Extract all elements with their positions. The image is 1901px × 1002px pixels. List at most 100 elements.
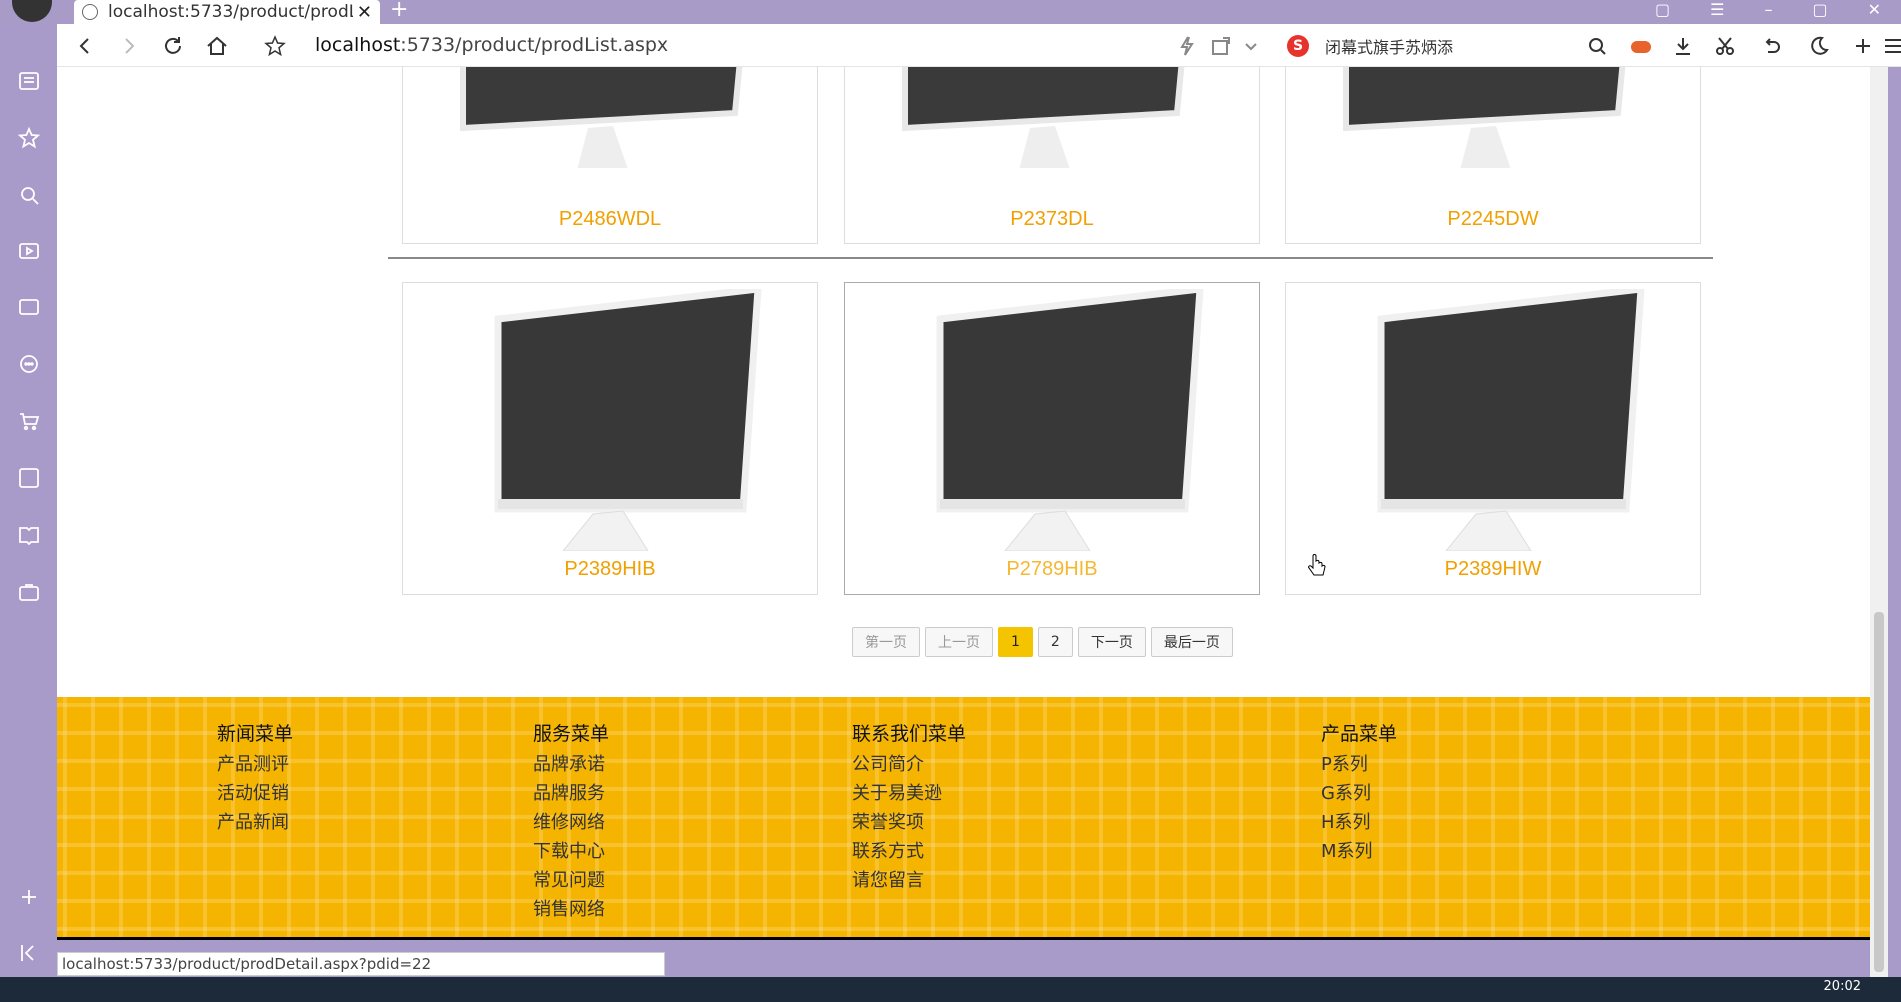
page-1-button[interactable]: 1 [998,627,1033,657]
translate-icon[interactable] [16,465,42,491]
bookmark-star-icon[interactable] [261,32,289,60]
product-card[interactable]: P2389HIB [402,282,818,595]
footer-bottom-bar [57,937,1870,940]
address-bar[interactable]: localhost:5733/product/prodList.aspx [315,34,668,56]
globe-icon [82,4,98,20]
product-card[interactable]: P2373DL [844,67,1260,244]
footer-link[interactable]: 关于易美逊 [852,779,966,808]
browser-toolbar: localhost:5733/product/prodList.aspx S 闭… [57,24,1901,67]
footer-link[interactable]: 公司简介 [852,750,966,779]
undo-icon[interactable] [1757,32,1785,60]
forward-icon[interactable] [115,32,143,60]
footer-link[interactable]: 荣誉奖项 [852,808,966,837]
scissors-icon[interactable] [1711,32,1739,60]
product-card[interactable]: P2389HIW [1285,282,1701,595]
book-icon[interactable] [16,522,42,548]
status-url: localhost:5733/product/prodDetail.aspx?p… [57,952,665,976]
browser-titlebar: localhost:5733/product/prodList.a ✕ + ▢ … [0,0,1901,24]
monitor-image [936,289,1204,551]
footer-link[interactable]: G系列 [1321,779,1397,808]
footer-link[interactable]: 品牌承诺 [533,750,609,779]
skin-icon[interactable]: ▢ [1655,0,1670,19]
chevron-down-icon[interactable] [1237,32,1265,60]
footer-link[interactable]: 常见问题 [533,866,609,895]
address-path: :5733/product/prodList.aspx [400,34,669,56]
share-icon[interactable] [1207,32,1235,60]
cart-icon[interactable] [16,408,42,434]
product-card[interactable]: P2486WDL [402,67,818,244]
first-page-button[interactable]: 第一页 [852,627,920,657]
monitor-image [902,67,1185,168]
browser-sidebar [0,24,57,977]
footer-link[interactable]: 产品新闻 [217,808,293,837]
footer-service-title: 服务菜单 [533,723,610,745]
scrollbar-thumb[interactable] [1874,612,1884,972]
prev-page-button[interactable]: 上一页 [925,627,993,657]
footer-link[interactable]: 请您留言 [852,866,966,895]
footer-link[interactable]: 活动促销 [217,779,293,808]
footer-link[interactable]: 联系方式 [852,837,966,866]
menu-icon[interactable]: ☰ [1710,0,1724,19]
hand-cursor-icon [1308,554,1326,576]
search-icon[interactable] [16,182,42,208]
briefcase-icon[interactable] [16,579,42,605]
news-icon[interactable] [16,68,42,94]
footer-link[interactable]: 品牌服务 [533,779,609,808]
close-window-icon[interactable]: ✕ [1868,0,1881,19]
product-name[interactable]: P2389HIW [1286,558,1700,581]
footer-link[interactable]: 维修网络 [533,808,609,837]
maximize-icon[interactable]: ▢ [1812,0,1827,19]
new-tab-button[interactable]: + [390,0,408,21]
product-name[interactable]: P2245DW [1286,208,1700,231]
footer-link[interactable]: M系列 [1321,837,1397,866]
live-icon[interactable] [16,294,42,320]
user-avatar[interactable] [12,0,52,22]
monitor-image [1343,67,1626,168]
search-submit-icon[interactable] [1583,32,1611,60]
sogou-logo-icon[interactable]: S [1287,35,1309,57]
add-icon[interactable] [16,884,42,910]
footer-product-title: 产品菜单 [1321,723,1398,745]
home-icon[interactable] [203,32,231,60]
chat-icon[interactable] [16,351,42,377]
last-page-button[interactable]: 最后一页 [1150,627,1233,657]
lightning-icon[interactable] [1173,32,1201,60]
download-icon[interactable] [1669,32,1697,60]
page-2-button[interactable]: 2 [1037,627,1073,657]
collapse-sidebar-icon[interactable] [16,940,42,966]
reload-icon[interactable] [159,32,187,60]
search-box[interactable]: S 闭幕式旗手苏炳添 [1287,31,1617,61]
footer-contact-title: 联系我们菜单 [852,723,967,745]
footer-link[interactable]: 销售网络 [533,895,609,924]
row-divider [388,257,1713,259]
next-page-button[interactable]: 下一页 [1077,627,1146,657]
game-icon[interactable] [1627,32,1655,60]
back-icon[interactable] [71,32,99,60]
close-tab-icon[interactable]: ✕ [357,2,372,23]
product-name[interactable]: P2373DL [845,208,1259,231]
product-name[interactable]: P2389HIB [403,558,817,581]
page-content: P2486WDL P2373DL P2245DW P2389HIB P2789H… [57,67,1870,940]
night-mode-icon[interactable] [1805,32,1833,60]
search-input[interactable]: 闭幕式旗手苏炳添 [1325,34,1453,58]
product-card[interactable]: P2245DW [1285,67,1701,244]
footer-contact-menu: 联系我们菜单 公司简介 关于易美逊 荣誉奖项 联系方式 请您留言 [852,719,966,895]
footer-link[interactable]: 下载中心 [533,837,609,866]
video-icon[interactable] [16,238,42,264]
product-name[interactable]: P2789HIB [845,558,1259,581]
plus-icon[interactable] [1849,32,1877,60]
star-icon[interactable] [16,125,42,151]
page-scrollbar[interactable] [1870,67,1888,977]
product-card[interactable]: P2789HIB [844,282,1260,595]
browser-tab[interactable]: localhost:5733/product/prodList.a ✕ [74,0,380,24]
footer-link[interactable]: H系列 [1321,808,1397,837]
footer-news-menu: 新闻菜单 产品测评 活动促销 产品新闻 [217,719,293,837]
footer-link[interactable]: P系列 [1321,750,1397,779]
menu-hamburger-icon[interactable] [1879,32,1901,60]
footer-news-title: 新闻菜单 [217,723,294,745]
address-host: localhost [315,34,401,56]
footer-link[interactable]: 产品测评 [217,750,293,779]
monitor-image [494,289,762,551]
minimize-icon[interactable]: – [1764,0,1772,19]
product-name[interactable]: P2486WDL [403,208,817,231]
